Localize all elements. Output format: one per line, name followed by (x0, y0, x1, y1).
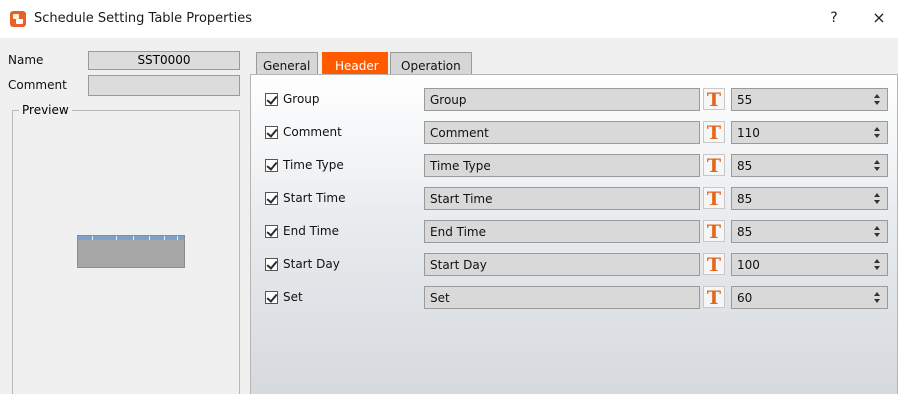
text-style-icon[interactable]: T (703, 286, 725, 309)
text-style-icon[interactable]: T (703, 187, 725, 210)
name-label: Name (8, 53, 44, 67)
close-button[interactable]: × (868, 8, 890, 30)
tab-general[interactable]: General (256, 52, 318, 75)
text-style-icon[interactable]: T (703, 88, 725, 111)
end-time-text-input[interactable]: End Time (424, 220, 700, 243)
start-time-width-value: 85 (737, 192, 753, 206)
spin-arrows-icon[interactable] (874, 223, 882, 239)
text-style-icon[interactable]: T (703, 220, 725, 243)
set-checkbox[interactable] (265, 291, 278, 304)
start-day-text-input[interactable]: Start Day (424, 253, 700, 276)
group-width-value: 55 (737, 93, 753, 107)
text-style-icon[interactable]: T (703, 253, 725, 276)
group-label: Group (283, 92, 320, 106)
start-day-width-stepper[interactable]: 100 (731, 253, 888, 276)
spin-arrows-icon[interactable] (874, 190, 882, 206)
group-width-stepper[interactable]: 55 (731, 88, 888, 111)
set-text-input[interactable]: Set (424, 286, 700, 309)
set-width-stepper[interactable]: 60 (731, 286, 888, 309)
start-time-width-stepper[interactable]: 85 (731, 187, 888, 210)
set-width-value: 60 (737, 291, 753, 305)
help-button[interactable]: ? (822, 10, 846, 28)
comment-width-stepper[interactable]: 110 (731, 121, 888, 144)
start-day-label: Start Day (283, 257, 340, 271)
header-row-comment: Comment Comment T 110 (251, 121, 898, 145)
end-time-width-value: 85 (737, 225, 753, 239)
preview-group: Preview (12, 103, 240, 394)
spin-arrows-icon[interactable] (874, 91, 882, 107)
window-title: Schedule Setting Table Properties (34, 11, 252, 26)
start-time-checkbox[interactable] (265, 192, 278, 205)
comment-field[interactable] (88, 75, 240, 96)
name-field[interactable]: SST0000 (88, 51, 240, 70)
set-label: Set (283, 290, 303, 304)
end-time-width-stepper[interactable]: 85 (731, 220, 888, 243)
header-row-set: Set Set T 60 (251, 286, 898, 310)
end-time-label: End Time (283, 224, 339, 238)
header-row-end-time: End Time End Time T 85 (251, 220, 898, 244)
comment-checkbox[interactable] (265, 126, 278, 139)
time-type-checkbox[interactable] (265, 159, 278, 172)
start-day-width-value: 100 (737, 258, 760, 272)
spin-arrows-icon[interactable] (874, 256, 882, 272)
time-type-width-stepper[interactable]: 85 (731, 154, 888, 177)
comment-width-value: 110 (737, 126, 760, 140)
time-type-label: Time Type (283, 158, 344, 172)
header-row-time-type: Time Type Time Type T 85 (251, 154, 898, 178)
time-type-width-value: 85 (737, 159, 753, 173)
group-text-input[interactable]: Group (424, 88, 700, 111)
spin-arrows-icon[interactable] (874, 157, 882, 173)
comment-row-label: Comment (283, 125, 342, 139)
comment-text-input[interactable]: Comment (424, 121, 700, 144)
app-icon (10, 11, 26, 27)
text-style-icon[interactable]: T (703, 154, 725, 177)
header-row-start-day: Start Day Start Day T 100 (251, 253, 898, 277)
spin-arrows-icon[interactable] (874, 124, 882, 140)
header-row-start-time: Start Time Start Time T 85 (251, 187, 898, 211)
tab-operation[interactable]: Operation (390, 52, 472, 75)
title-bar: Schedule Setting Table Properties ? × (0, 0, 898, 38)
spin-arrows-icon[interactable] (874, 289, 882, 305)
text-style-icon[interactable]: T (703, 121, 725, 144)
header-settings-panel: Group Group T 55 Comment Comment T 110 T… (250, 74, 898, 394)
tab-header[interactable]: Header (322, 52, 388, 75)
start-day-checkbox[interactable] (265, 258, 278, 271)
comment-label: Comment (8, 78, 67, 92)
group-checkbox[interactable] (265, 93, 278, 106)
preview-label: Preview (19, 103, 72, 117)
start-time-label: Start Time (283, 191, 346, 205)
time-type-text-input[interactable]: Time Type (424, 154, 700, 177)
preview-thumbnail (77, 235, 185, 268)
start-time-text-input[interactable]: Start Time (424, 187, 700, 210)
end-time-checkbox[interactable] (265, 225, 278, 238)
header-row-group: Group Group T 55 (251, 88, 898, 112)
